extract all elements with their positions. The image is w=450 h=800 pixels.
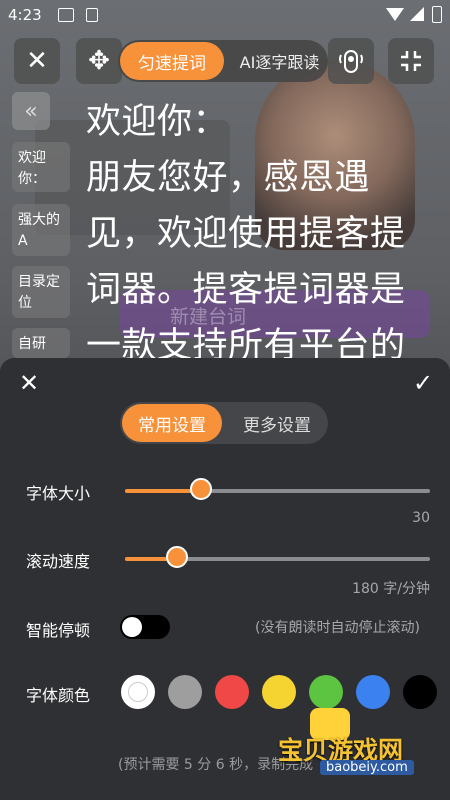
close-icon: ✕ [18, 369, 40, 397]
script-line: 朋友您好，感恩遇 [86, 158, 371, 198]
move-button[interactable]: ✥ [76, 38, 122, 84]
font-size-value: 30 [412, 510, 430, 526]
font-size-slider[interactable] [125, 478, 430, 500]
close-prompter-button[interactable]: ✕ [14, 38, 60, 84]
tab-common-settings[interactable]: 常用设置 [122, 404, 222, 442]
watermark-url: baobeiy.com [320, 760, 414, 775]
close-icon: ✕ [26, 46, 48, 76]
smart-pause-label: 智能停顿 [26, 621, 91, 640]
check-icon: ✓ [412, 369, 434, 397]
outline-item[interactable]: 自研 [12, 328, 70, 358]
outline-item[interactable]: 强大的A [12, 204, 70, 256]
script-line: 见，欢迎使用提客提 [86, 214, 406, 254]
shrink-button[interactable] [388, 38, 434, 84]
move-icon: ✥ [88, 46, 110, 76]
status-bar: 4:23 [0, 0, 450, 30]
remote-icon [339, 50, 363, 73]
slider-thumb[interactable] [190, 478, 213, 500]
font-size-label: 字体大小 [26, 484, 91, 503]
screen-icon [58, 8, 74, 22]
outline-item[interactable]: 欢迎你： [12, 142, 70, 192]
signal-icon [410, 7, 424, 21]
collapse-outline-button[interactable]: « [12, 92, 50, 130]
color-swatch[interactable] [121, 675, 155, 709]
slider-thumb[interactable] [165, 546, 188, 568]
mode-steady-scroll[interactable]: 匀速提词 [120, 42, 224, 80]
color-swatch[interactable] [262, 675, 296, 709]
script-line: 欢迎你： [86, 102, 229, 142]
toggle-knob [122, 617, 142, 637]
script-line: 词器。提客提词器是 [86, 270, 406, 310]
color-swatch[interactable] [403, 675, 437, 709]
double-chevron-left-icon: « [24, 98, 38, 124]
color-swatch[interactable] [356, 675, 390, 709]
tab-more-settings[interactable]: 更多设置 [228, 404, 326, 442]
font-color-label: 字体颜色 [26, 686, 91, 705]
color-swatch[interactable] [215, 675, 249, 709]
scroll-speed-label: 滚动速度 [26, 552, 91, 571]
battery-icon [432, 6, 442, 23]
script-text: 欢迎你： 朋友您好，感恩遇 见，欢迎使用提客提 词器。提客提词器是 一款支持所有… [86, 94, 426, 374]
outline-item[interactable]: 目录定位 [12, 266, 70, 318]
remote-control-button[interactable] [328, 38, 374, 84]
smart-pause-toggle[interactable] [120, 615, 170, 639]
color-swatch[interactable] [309, 675, 343, 709]
sheet-confirm-button[interactable]: ✓ [410, 369, 436, 397]
notification-icon [86, 8, 98, 22]
wifi-icon [386, 8, 404, 21]
smart-pause-hint: (没有朗读时自动停止滚动) [255, 620, 420, 636]
status-time: 4:23 [8, 6, 42, 24]
swatch-selected-ring [128, 682, 148, 702]
scroll-speed-value: 180 字/分钟 [352, 581, 430, 597]
sheet-close-button[interactable]: ✕ [16, 369, 42, 397]
collapse-screen-icon [401, 51, 421, 71]
scroll-speed-slider[interactable] [125, 546, 430, 568]
color-swatch[interactable] [168, 675, 202, 709]
mode-ai-follow[interactable]: AI逐字跟读 [232, 42, 327, 80]
